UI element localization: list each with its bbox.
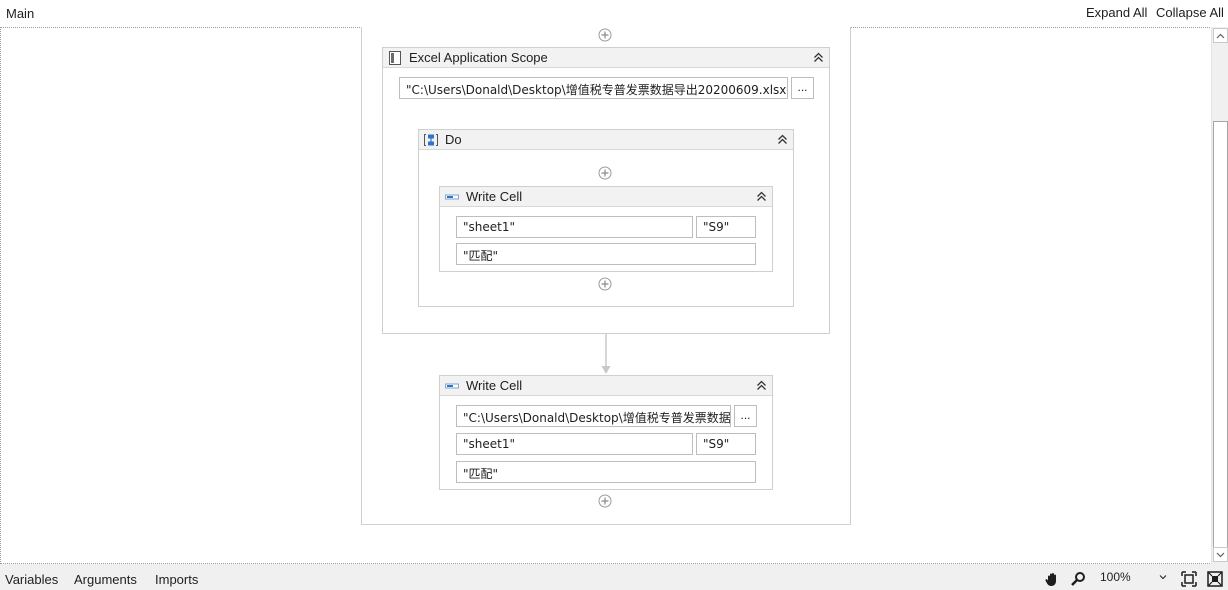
activity-header[interactable]: Write Cell bbox=[440, 376, 772, 396]
variables-tab[interactable]: Variables bbox=[5, 572, 58, 587]
arguments-tab[interactable]: Arguments bbox=[74, 572, 137, 587]
browse-button[interactable]: ... bbox=[791, 77, 814, 99]
collapse-all-link[interactable]: Collapse All bbox=[1156, 5, 1224, 20]
fit-to-screen-icon[interactable] bbox=[1181, 571, 1197, 587]
imports-tab[interactable]: Imports bbox=[155, 572, 198, 587]
chevron-down-icon bbox=[1216, 552, 1225, 557]
magnifier-icon[interactable] bbox=[1070, 571, 1086, 587]
cell-value-field[interactable]: "匹配" bbox=[456, 461, 756, 483]
activity-title: Write Cell bbox=[466, 189, 523, 204]
sheet-name-field[interactable]: "sheet1" bbox=[456, 216, 693, 238]
activity-header[interactable]: Do bbox=[419, 130, 793, 150]
collapse-chevron-icon[interactable] bbox=[776, 133, 789, 146]
collapse-chevron-icon[interactable] bbox=[755, 379, 768, 392]
cell-value-field[interactable]: "匹配" bbox=[456, 243, 756, 265]
workbook-path-field[interactable]: "C:\Users\Donald\Desktop\增值税专普发票数据导出2020… bbox=[399, 77, 788, 99]
sheet-name-field[interactable]: "sheet1" bbox=[456, 433, 693, 455]
collapse-chevron-icon[interactable] bbox=[755, 190, 768, 203]
flow-arrow-icon bbox=[601, 334, 611, 374]
activity-title: Excel Application Scope bbox=[409, 50, 548, 65]
scroll-up-button[interactable] bbox=[1213, 28, 1228, 43]
write-cell-icon bbox=[445, 383, 459, 389]
chevron-down-icon bbox=[1159, 575, 1167, 580]
chevron-up-icon bbox=[1216, 33, 1225, 38]
add-activity-plus-icon[interactable] bbox=[598, 494, 612, 508]
zoom-dropdown[interactable]: 100% bbox=[1096, 567, 1171, 588]
write-cell-activity[interactable]: Write Cell "sheet1" "S9" "匹配" bbox=[439, 186, 773, 272]
browse-button[interactable]: ... bbox=[734, 405, 757, 427]
collapse-chevron-icon[interactable] bbox=[812, 51, 825, 64]
activity-header[interactable]: Excel Application Scope bbox=[383, 48, 829, 68]
zoom-value: 100% bbox=[1100, 570, 1131, 584]
excel-scope-icon bbox=[389, 51, 401, 65]
activity-title: Do bbox=[445, 132, 462, 147]
add-activity-plus-icon[interactable] bbox=[598, 277, 612, 291]
activity-title: Write Cell bbox=[466, 378, 523, 393]
add-activity-plus-icon[interactable] bbox=[598, 28, 612, 42]
vertical-scrollbar[interactable] bbox=[1211, 27, 1228, 564]
add-activity-plus-icon[interactable] bbox=[598, 166, 612, 180]
range-field[interactable]: "S9" bbox=[696, 216, 756, 238]
hand-pan-icon[interactable] bbox=[1044, 571, 1060, 587]
expand-all-link[interactable]: Expand All bbox=[1086, 5, 1147, 20]
range-field[interactable]: "S9" bbox=[696, 433, 756, 455]
scroll-thumb[interactable] bbox=[1213, 121, 1228, 549]
write-cell-activity[interactable]: Write Cell "C:\Users\Donald\Desktop\增值税专… bbox=[439, 375, 773, 490]
scroll-down-button[interactable] bbox=[1213, 547, 1228, 562]
breadcrumb[interactable]: Main bbox=[6, 6, 34, 21]
sequence-icon bbox=[424, 134, 438, 146]
overview-icon[interactable] bbox=[1207, 571, 1223, 587]
write-cell-icon bbox=[445, 194, 459, 200]
activity-header[interactable]: Write Cell bbox=[440, 187, 772, 207]
designer-header bbox=[0, 0, 1228, 27]
workbook-path-field[interactable]: "C:\Users\Donald\Desktop\增值税专普发票数据 bbox=[456, 405, 731, 427]
